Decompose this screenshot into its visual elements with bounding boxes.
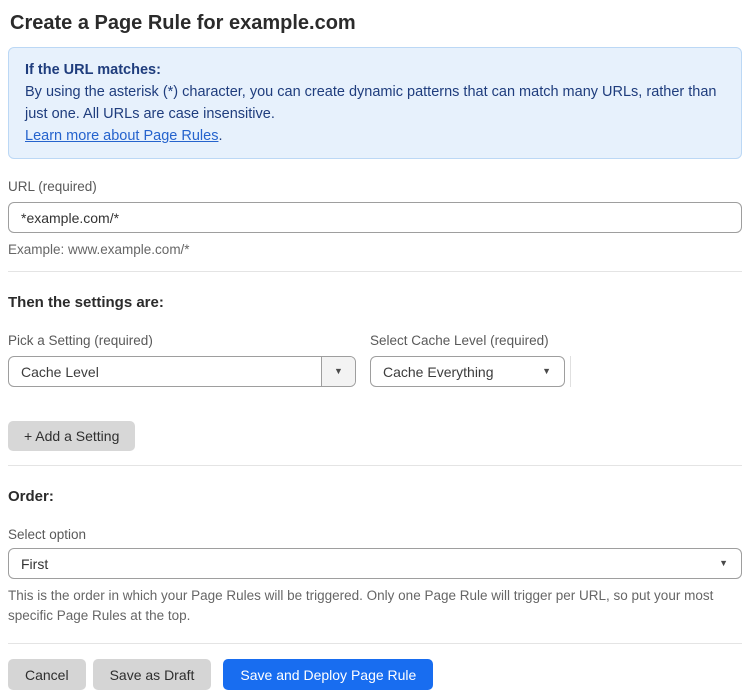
- learn-more-link[interactable]: Learn more about Page Rules: [25, 128, 218, 144]
- order-section-heading: Order:: [8, 488, 54, 505]
- setting-picker-group: Pick a Setting (required) Cache Level ▼: [8, 334, 356, 387]
- chevron-down-icon: ▼: [334, 366, 343, 376]
- setting-picker-arrow-button[interactable]: ▼: [321, 357, 355, 386]
- url-field-label: URL (required): [8, 179, 97, 194]
- chevron-down-icon: ▼: [719, 558, 728, 568]
- order-select[interactable]: First ▼: [8, 548, 742, 579]
- create-page-rule-form: Create a Page Rule for example.com If th…: [0, 0, 750, 690]
- setting-picker-label: Pick a Setting (required): [8, 333, 153, 348]
- info-box-body: By using the asterisk (*) character, you…: [25, 81, 725, 125]
- save-draft-button[interactable]: Save as Draft: [92, 659, 212, 690]
- url-matches-info-box: If the URL matches: By using the asteris…: [8, 47, 742, 159]
- cancel-button[interactable]: Cancel: [8, 659, 86, 690]
- url-input[interactable]: [8, 202, 742, 233]
- order-select-value: First: [21, 555, 49, 572]
- cache-level-value: Cache Everything: [383, 363, 494, 380]
- cache-level-picker-label: Select Cache Level (required): [370, 333, 549, 348]
- field-divider: [570, 356, 571, 387]
- setting-picker-value: Cache Level: [21, 363, 99, 380]
- info-box-heading: If the URL matches:: [25, 62, 161, 78]
- settings-section-heading: Then the settings are:: [8, 294, 164, 311]
- link-period: .: [218, 128, 223, 144]
- info-box-link-line: Learn more about Page Rules.: [25, 125, 725, 147]
- add-setting-button[interactable]: + Add a Setting: [8, 421, 136, 451]
- section-divider: [8, 271, 742, 272]
- cache-level-picker-group: Select Cache Level (required) Cache Ever…: [370, 334, 565, 387]
- footer-divider: [8, 643, 742, 644]
- footer-actions: Cancel Save as Draft Save and Deploy Pag…: [8, 659, 742, 690]
- order-help-text: This is the order in which your Page Rul…: [8, 588, 714, 623]
- url-example-text: Example: www.example.com/*: [8, 242, 190, 257]
- section-divider: [8, 465, 742, 466]
- setting-picker-select[interactable]: Cache Level ▼: [8, 356, 356, 387]
- chevron-down-icon: ▼: [542, 366, 551, 376]
- settings-row: Pick a Setting (required) Cache Level ▼ …: [8, 334, 742, 387]
- info-box-body-text: By using the asterisk (*) character, you…: [25, 84, 717, 122]
- page-title: Create a Page Rule for example.com: [10, 12, 356, 34]
- save-deploy-button[interactable]: Save and Deploy Page Rule: [223, 659, 434, 690]
- order-select-label: Select option: [8, 527, 87, 542]
- cache-level-select[interactable]: Cache Everything ▼: [370, 356, 565, 387]
- cache-level-arrow: ▼: [542, 357, 564, 386]
